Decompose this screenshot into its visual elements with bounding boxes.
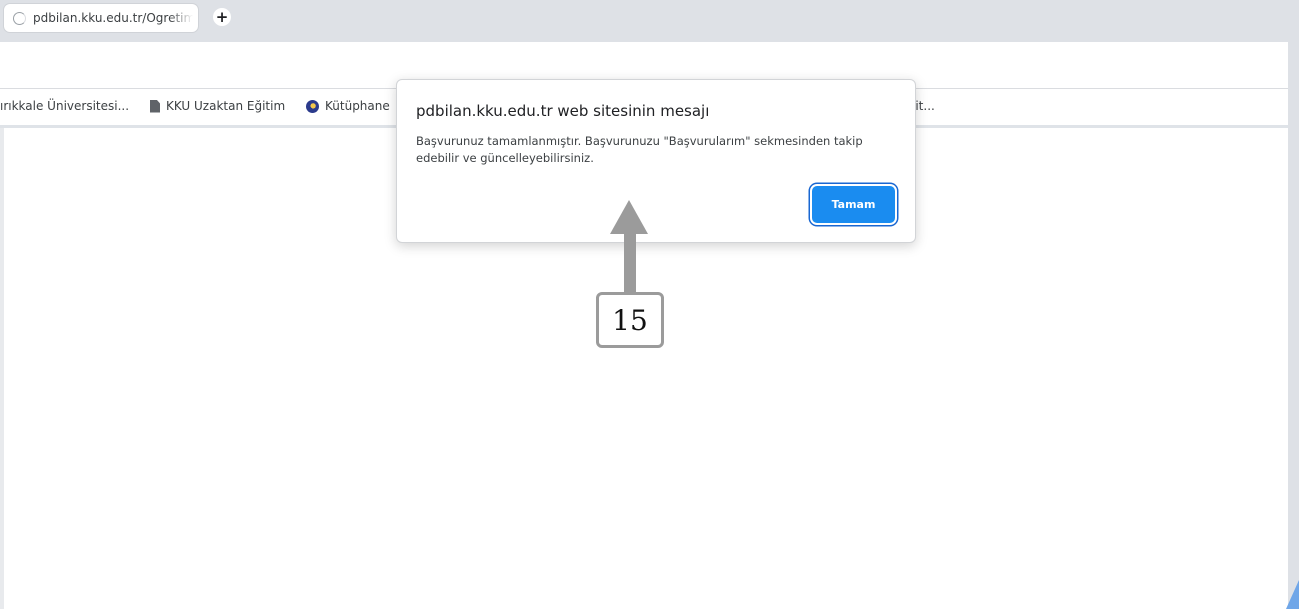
bookmark-kku-uzaktan-egitim[interactable]: KKU Uzaktan Eğitim bbox=[150, 99, 285, 113]
bookmark-kutuphane[interactable]: Kütüphane bbox=[306, 99, 390, 113]
ok-button[interactable]: Tamam bbox=[812, 186, 895, 223]
arrow-shaft bbox=[624, 232, 636, 294]
dialog-message: Başvurunuz tamamlanmıştır. Başvurunuzu "… bbox=[416, 134, 863, 165]
bookmark-university[interactable]: ırıkkale Üniversitesi... bbox=[0, 99, 129, 113]
left-edge bbox=[0, 128, 4, 609]
bookmark-label: KKU Uzaktan Eğitim bbox=[166, 99, 286, 113]
tab-title: pdbilan.kku.edu.tr/Ogretim bbox=[33, 11, 193, 25]
window-right-edge bbox=[1288, 0, 1299, 609]
loading-spinner-icon bbox=[13, 11, 26, 25]
alert-dialog: pdbilan.kku.edu.tr web sitesinin mesajı … bbox=[396, 79, 916, 243]
new-tab-button[interactable]: + bbox=[213, 8, 231, 26]
document-icon bbox=[150, 99, 160, 113]
bookmark-label: ırıkkale Üniversitesi... bbox=[0, 99, 130, 113]
step-number-badge: 15 bbox=[596, 292, 664, 348]
tab-strip: pdbilan.kku.edu.tr/Ogretim + bbox=[0, 0, 1299, 42]
browser-tab[interactable]: pdbilan.kku.edu.tr/Ogretim bbox=[4, 4, 198, 32]
library-icon bbox=[306, 99, 319, 113]
dialog-title: pdbilan.kku.edu.tr web sitesinin mesajı bbox=[416, 102, 710, 120]
bookmark-label: Kütüphane bbox=[325, 99, 390, 113]
